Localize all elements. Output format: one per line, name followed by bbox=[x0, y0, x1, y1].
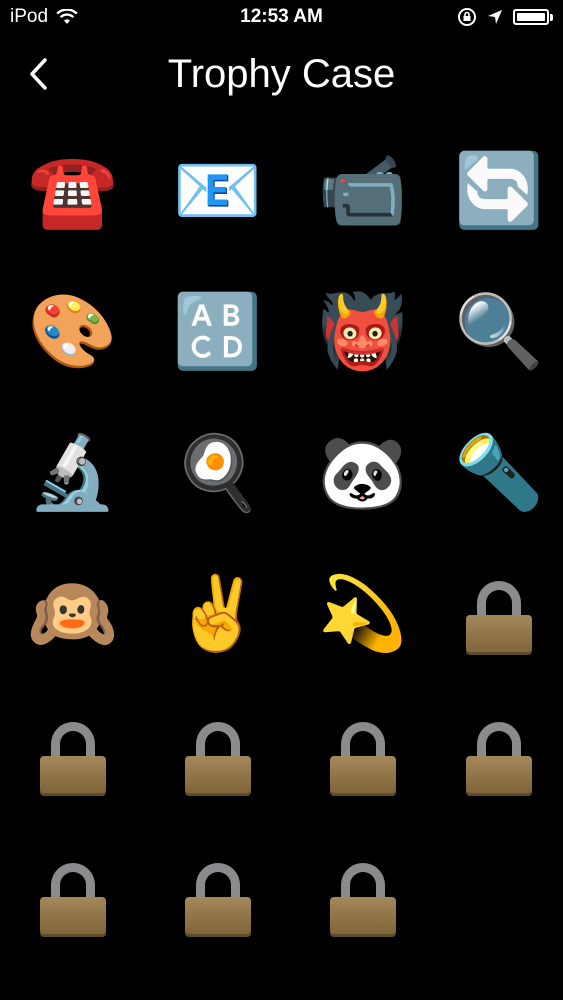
magnifying-glass-icon: 🔍 bbox=[454, 291, 544, 372]
trophy-grid: ☎️ 📧 📹 🔄 🎨 🔠 👹 🔍 🔬 🍳 🐼 🔦 🙉 ✌️ 💫 bbox=[0, 120, 563, 966]
trophy-magnifying-glass[interactable]: 🔍 bbox=[435, 261, 563, 402]
abcd-icon: 🔠 bbox=[172, 291, 263, 372]
trophy-microscope[interactable]: 🔬 bbox=[0, 402, 145, 543]
telephone-icon: ☎️ bbox=[27, 150, 118, 231]
trophy-flashlight[interactable]: 🔦 bbox=[435, 402, 563, 543]
cooking-icon: 🍳 bbox=[172, 432, 263, 513]
victory-hand-icon: ✌️ bbox=[172, 573, 263, 654]
status-bar: iPod 12:53 AM bbox=[0, 0, 563, 36]
dizzy-icon: 💫 bbox=[317, 573, 408, 654]
lock-icon bbox=[39, 862, 106, 939]
trophy-locked[interactable] bbox=[0, 684, 145, 825]
flashlight-icon: 🔦 bbox=[454, 432, 544, 513]
trophy-abcd[interactable]: 🔠 bbox=[145, 261, 290, 402]
envelope-icon: 📧 bbox=[172, 150, 263, 231]
page-title: Trophy Case bbox=[167, 52, 396, 96]
battery-icon bbox=[513, 8, 555, 26]
location-arrow-icon bbox=[488, 10, 502, 24]
trophy-dizzy[interactable]: 💫 bbox=[290, 543, 435, 684]
status-right bbox=[457, 7, 555, 27]
microscope-icon: 🔬 bbox=[27, 432, 118, 513]
trophy-locked[interactable] bbox=[435, 543, 563, 684]
trophy-envelope[interactable]: 📧 bbox=[145, 120, 290, 261]
trophy-palette[interactable]: 🎨 bbox=[0, 261, 145, 402]
hear-no-evil-monkey-icon: 🙉 bbox=[27, 573, 118, 654]
trophy-telephone[interactable]: ☎️ bbox=[0, 120, 145, 261]
trophy-video-camera[interactable]: 📹 bbox=[290, 120, 435, 261]
lock-icon bbox=[39, 721, 106, 798]
lock-icon bbox=[184, 721, 251, 798]
lock-icon bbox=[329, 721, 396, 798]
trophy-panda[interactable]: 🐼 bbox=[290, 402, 435, 543]
rotation-lock-icon bbox=[458, 8, 476, 26]
lock-icon bbox=[466, 721, 532, 798]
ogre-icon: 👹 bbox=[317, 291, 408, 372]
trophy-locked[interactable] bbox=[145, 825, 290, 966]
navigation-bar: Trophy Case bbox=[0, 36, 563, 116]
trophy-refresh[interactable]: 🔄 bbox=[435, 120, 563, 261]
trophy-locked[interactable] bbox=[145, 684, 290, 825]
video-camera-icon: 📹 bbox=[317, 150, 408, 231]
trophy-locked[interactable] bbox=[290, 825, 435, 966]
lock-icon bbox=[184, 862, 251, 939]
trophy-locked[interactable] bbox=[290, 684, 435, 825]
panda-icon: 🐼 bbox=[317, 432, 408, 513]
trophy-locked[interactable] bbox=[435, 684, 563, 825]
trophy-cooking[interactable]: 🍳 bbox=[145, 402, 290, 543]
palette-icon: 🎨 bbox=[27, 291, 118, 372]
lock-icon bbox=[329, 862, 396, 939]
trophy-locked[interactable] bbox=[0, 825, 145, 966]
battery-fill bbox=[517, 13, 545, 21]
lock-icon bbox=[466, 580, 532, 657]
trophy-hear-no-evil-monkey[interactable]: 🙉 bbox=[0, 543, 145, 684]
trophy-victory-hand[interactable]: ✌️ bbox=[145, 543, 290, 684]
refresh-icon: 🔄 bbox=[454, 150, 544, 231]
trophy-ogre[interactable]: 👹 bbox=[290, 261, 435, 402]
